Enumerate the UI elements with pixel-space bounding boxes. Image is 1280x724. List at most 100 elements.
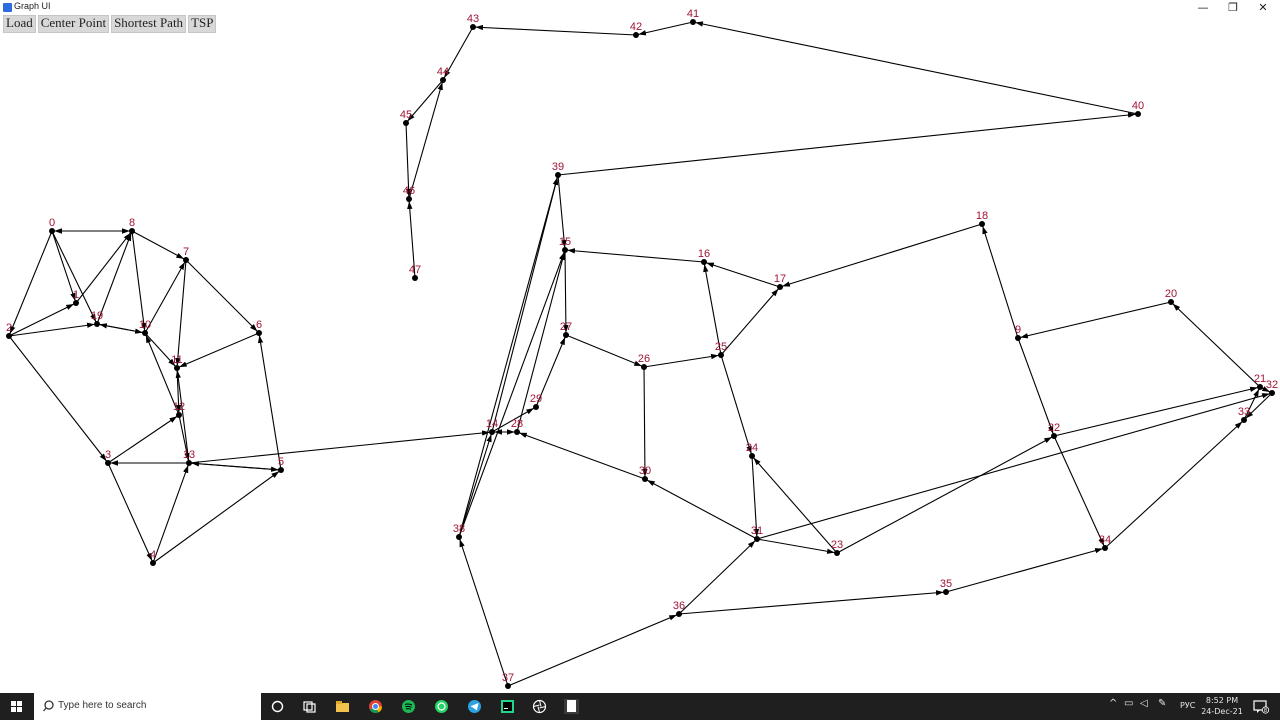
node-label-29: 29	[530, 393, 542, 405]
edge-21-20	[1170, 301, 1261, 388]
node-label-23: 23	[831, 539, 843, 551]
node-label-7: 7	[183, 246, 189, 258]
node-label-6: 6	[256, 319, 262, 331]
node-label-21: 21	[1254, 373, 1266, 385]
node-label-39: 39	[552, 161, 564, 173]
node-label-8: 8	[129, 217, 135, 229]
node-label-30: 30	[639, 465, 651, 477]
edge-27-26	[565, 334, 645, 368]
notification-center-icon[interactable]: 8	[1253, 699, 1269, 714]
task-view-icon[interactable]	[302, 699, 317, 714]
node-label-2: 2	[6, 322, 12, 334]
clock-time[interactable]: 8:52 PM	[1202, 696, 1242, 705]
node-label-26: 26	[638, 353, 650, 365]
telegram-icon[interactable]	[467, 699, 482, 714]
node-label-32: 32	[1266, 379, 1278, 391]
node-label-44: 44	[437, 66, 449, 78]
cortana-icon[interactable]	[270, 699, 285, 714]
edge-7-11	[175, 259, 187, 369]
edge-26-25	[643, 353, 722, 368]
edge-10-19	[96, 323, 146, 334]
search-placeholder: Type here to search	[58, 700, 147, 711]
shortest-path-button[interactable]: Shortest Path	[111, 15, 187, 33]
edge-39-40	[557, 112, 1139, 176]
node-label-20: 20	[1165, 288, 1177, 300]
edge-3-12	[107, 414, 180, 464]
edge-31-23	[756, 538, 838, 554]
edge-9-18	[981, 223, 1019, 339]
edge-3-4	[107, 462, 154, 564]
edge-5-6	[257, 332, 282, 471]
node-label-4: 4	[150, 549, 156, 561]
graph-canvas[interactable]: 0123456789101112131415161718192021222324…	[0, 0, 1280, 693]
node-label-46: 46	[403, 185, 415, 197]
node-label-5: 5	[278, 456, 284, 468]
tsp-button[interactable]: TSP	[188, 15, 217, 33]
battery-icon[interactable]: ▭	[1124, 698, 1133, 709]
clock-date[interactable]: 24-Dec-21	[1198, 707, 1246, 716]
node-label-19: 19	[91, 310, 103, 322]
node-label-38: 38	[453, 523, 465, 535]
edge-38-39	[458, 174, 559, 538]
whatsapp-icon[interactable]	[434, 699, 449, 714]
graph-ui-taskbar-icon[interactable]	[564, 699, 579, 714]
taskbar-search[interactable]: Type here to search	[34, 693, 261, 720]
edge-25-17	[720, 286, 781, 356]
chrome-icon[interactable]	[368, 699, 383, 714]
edge-6-11	[176, 332, 260, 369]
load-button[interactable]: Load	[3, 15, 36, 33]
node-label-16: 16	[698, 248, 710, 260]
edge-41-42	[635, 21, 694, 36]
node-label-13: 13	[183, 449, 195, 461]
edge-23-24	[751, 455, 838, 554]
tray-overflow-icon[interactable]: ^	[1109, 698, 1117, 709]
edge-2-3	[8, 335, 109, 464]
taskbar: Type here to search ^ ▭ ◁ ✎ РУС 8:52 PM …	[0, 693, 1280, 720]
node-label-34: 34	[1099, 534, 1111, 546]
edge-10-7	[144, 259, 187, 334]
edge-40-41	[692, 21, 1139, 115]
pen-icon[interactable]: ✎	[1158, 698, 1166, 709]
edge-18-17	[779, 223, 983, 288]
node-label-17: 17	[774, 273, 786, 285]
app-aperture-icon[interactable]	[532, 699, 547, 714]
center-point-button[interactable]: Center Point	[37, 15, 110, 33]
edge-8-7	[131, 230, 187, 261]
edge-8-10	[131, 230, 147, 334]
edge-14-39	[491, 174, 559, 433]
node-label-14: 14	[486, 418, 498, 430]
edge-20-9	[1017, 301, 1172, 339]
language-indicator[interactable]: РУС	[1180, 701, 1195, 710]
node-label-47: 47	[409, 264, 421, 276]
edge-36-31	[678, 538, 758, 615]
node-label-15: 15	[559, 236, 571, 248]
edge-1-8	[75, 230, 133, 304]
edge-7-6	[185, 259, 260, 334]
edge-37-38	[458, 536, 509, 687]
spotify-icon[interactable]	[401, 699, 416, 714]
volume-icon[interactable]: ◁	[1140, 698, 1148, 709]
edge-26-30	[642, 366, 648, 480]
node-label-0: 0	[49, 217, 55, 229]
edge-17-16	[703, 261, 781, 288]
windows-logo-icon	[11, 701, 22, 712]
node-label-25: 25	[715, 341, 727, 353]
file-explorer-icon[interactable]	[335, 699, 350, 714]
edge-23-22	[836, 435, 1055, 554]
edge-34-33	[1104, 419, 1245, 549]
node-label-12: 12	[173, 401, 185, 413]
node-label-22: 22	[1048, 422, 1060, 434]
start-button[interactable]	[0, 693, 34, 720]
edge-25-24	[720, 354, 753, 457]
edge-22-21	[1053, 386, 1261, 437]
edge-38-14	[458, 431, 493, 538]
node-label-11: 11	[171, 354, 182, 366]
pycharm-icon[interactable]	[500, 699, 515, 714]
edge-37-36	[507, 613, 680, 687]
node-label-18: 18	[976, 210, 988, 222]
node-label-41: 41	[687, 8, 699, 20]
node-label-9: 9	[1015, 324, 1021, 336]
edge-31-30	[644, 478, 758, 540]
edge-35-34	[945, 547, 1106, 593]
node-label-24: 24	[746, 442, 758, 454]
